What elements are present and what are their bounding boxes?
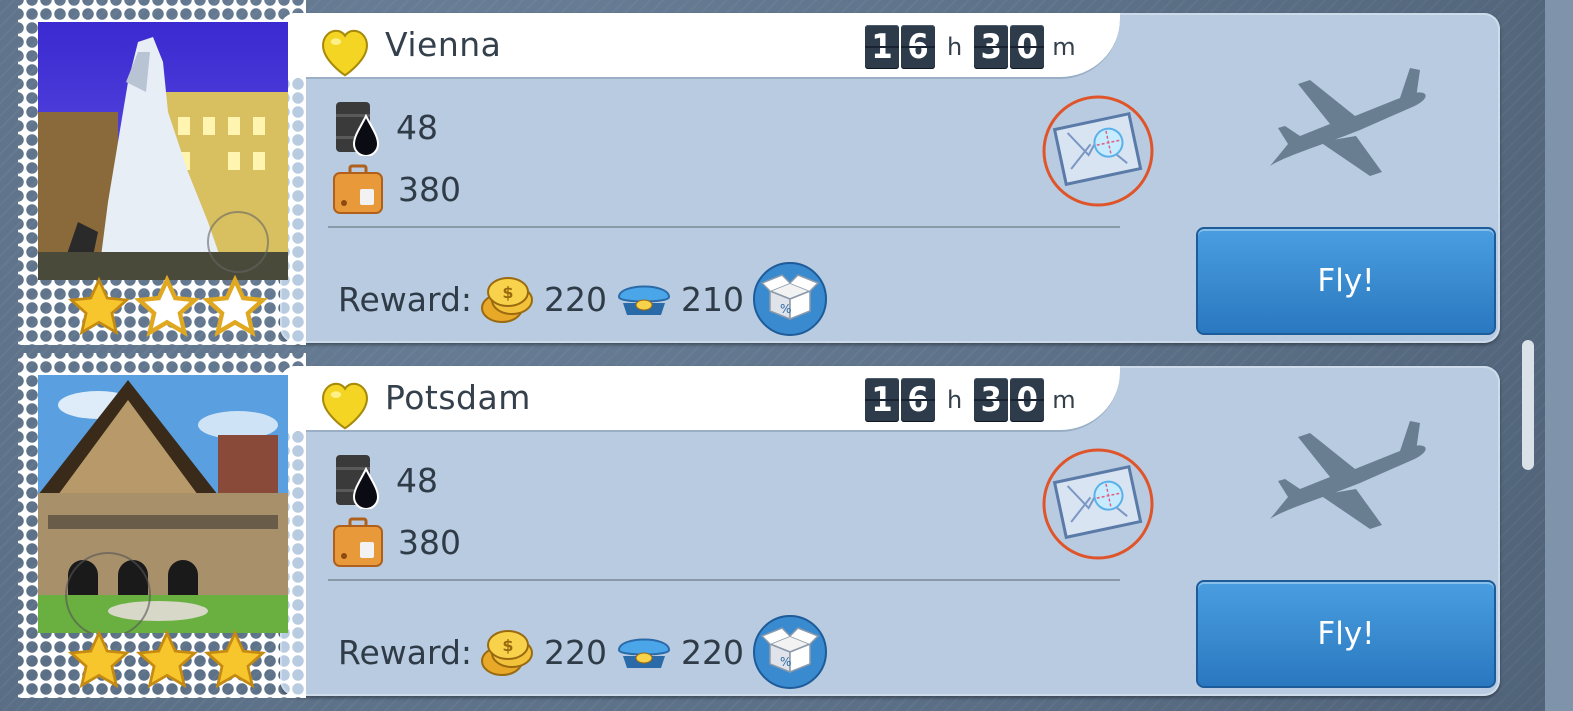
fuel-barrel-icon	[336, 102, 380, 156]
timer-digit: 0	[1010, 378, 1045, 422]
timer-unit-minutes: m	[1052, 386, 1076, 414]
scrollbar-thumb[interactable]	[1522, 340, 1534, 470]
timer-unit-hours: h	[947, 386, 963, 414]
destination-row: Potsdam 1 6 h 3 0 m 48 380 Reward: $ 220…	[0, 353, 1520, 698]
city-photo-potsdam	[38, 375, 288, 633]
timer-unit-hours: h	[947, 33, 963, 61]
star-icon-filled	[203, 629, 267, 689]
fuel-stat: 48	[332, 98, 438, 156]
svg-text:%: %	[780, 655, 791, 669]
fuel-amount: 48	[396, 107, 438, 147]
svg-text:$: $	[502, 283, 513, 302]
reward-label: Reward:	[338, 279, 473, 319]
background-edge	[1545, 0, 1573, 711]
divider	[328, 226, 1120, 228]
star-icon-empty	[202, 275, 268, 337]
fly-button[interactable]: Fly!	[1196, 227, 1496, 335]
coins-reward: 220	[544, 279, 608, 319]
cargo-amount: 380	[398, 169, 461, 209]
reward-row: Reward: $ 220 220 %	[338, 614, 828, 690]
cargo-amount: 380	[398, 522, 461, 562]
reward-box-icon[interactable]: %	[752, 614, 828, 690]
timer-digit: 0	[1010, 25, 1045, 69]
timer-digit: 1	[865, 25, 899, 69]
fuel-barrel-icon	[336, 455, 380, 509]
timer-digit: 3	[974, 25, 1009, 69]
timer-digit: 6	[901, 25, 935, 69]
fuel-amount: 48	[396, 460, 438, 500]
cargo-stat: 380	[332, 516, 461, 568]
coins-icon: $	[481, 277, 534, 323]
cargo-stat: 380	[332, 163, 461, 215]
coins-reward: 220	[544, 632, 608, 672]
star-icon-filled	[67, 629, 131, 689]
star-icon-empty	[134, 275, 200, 337]
star-icon-filled	[67, 276, 131, 336]
map-route-button[interactable]	[1040, 93, 1156, 209]
city-photo-vienna	[38, 22, 288, 280]
suitcase-icon	[333, 164, 383, 214]
flight-timer: 1 6 h 3 0 m	[865, 25, 1088, 69]
coins-icon: $	[481, 630, 534, 676]
flight-timer: 1 6 h 3 0 m	[865, 378, 1088, 422]
pilot-cap-icon	[618, 285, 671, 315]
pilot-cap-icon	[618, 638, 671, 668]
reward-box-icon[interactable]: %	[752, 261, 828, 337]
svg-text:%: %	[780, 302, 791, 316]
heart-icon[interactable]	[314, 374, 376, 436]
destination-card: Vienna 1 6 h 3 0 m 48 380 Reward: $ 220 …	[280, 13, 1500, 343]
airplane-icon	[1270, 421, 1426, 529]
destination-card: Potsdam 1 6 h 3 0 m 48 380 Reward: $ 220…	[280, 366, 1500, 696]
fly-button[interactable]: Fly!	[1196, 580, 1496, 688]
destination-row: Vienna 1 6 h 3 0 m 48 380 Reward: $ 220 …	[0, 0, 1520, 345]
timer-digit: 6	[901, 378, 935, 422]
heart-icon[interactable]	[314, 21, 376, 83]
experience-reward: 220	[681, 632, 745, 672]
timer-unit-minutes: m	[1052, 33, 1076, 61]
suitcase-icon	[333, 517, 383, 567]
timer-digit: 3	[974, 378, 1009, 422]
experience-reward: 210	[681, 279, 745, 319]
svg-text:$: $	[502, 636, 513, 655]
reward-row: Reward: $ 220 210 %	[338, 261, 828, 337]
reward-label: Reward:	[338, 632, 473, 672]
city-name: Potsdam	[385, 378, 531, 417]
city-name: Vienna	[385, 25, 502, 64]
airplane-icon	[1270, 68, 1426, 176]
divider	[328, 579, 1120, 581]
timer-digit: 1	[865, 378, 899, 422]
map-route-button[interactable]	[1040, 446, 1156, 562]
star-icon-filled	[135, 629, 199, 689]
star-rating	[66, 628, 276, 698]
fuel-stat: 48	[332, 451, 438, 509]
star-rating	[66, 275, 276, 345]
